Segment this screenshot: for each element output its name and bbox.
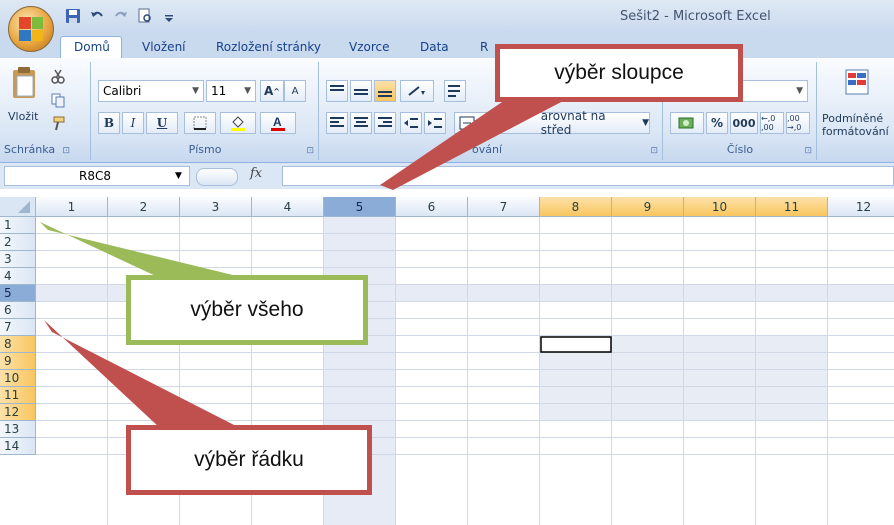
column-callout-arrow [380,100,565,190]
office-button[interactable] [8,6,54,52]
callout-select-all: výběr všeho [126,275,368,345]
callout-row-selection: výběr řádku [126,425,372,495]
office-logo-icon [19,17,43,41]
select-all-callout-arrow [40,222,245,278]
callout-column-selection: výběr sloupce [495,44,743,102]
